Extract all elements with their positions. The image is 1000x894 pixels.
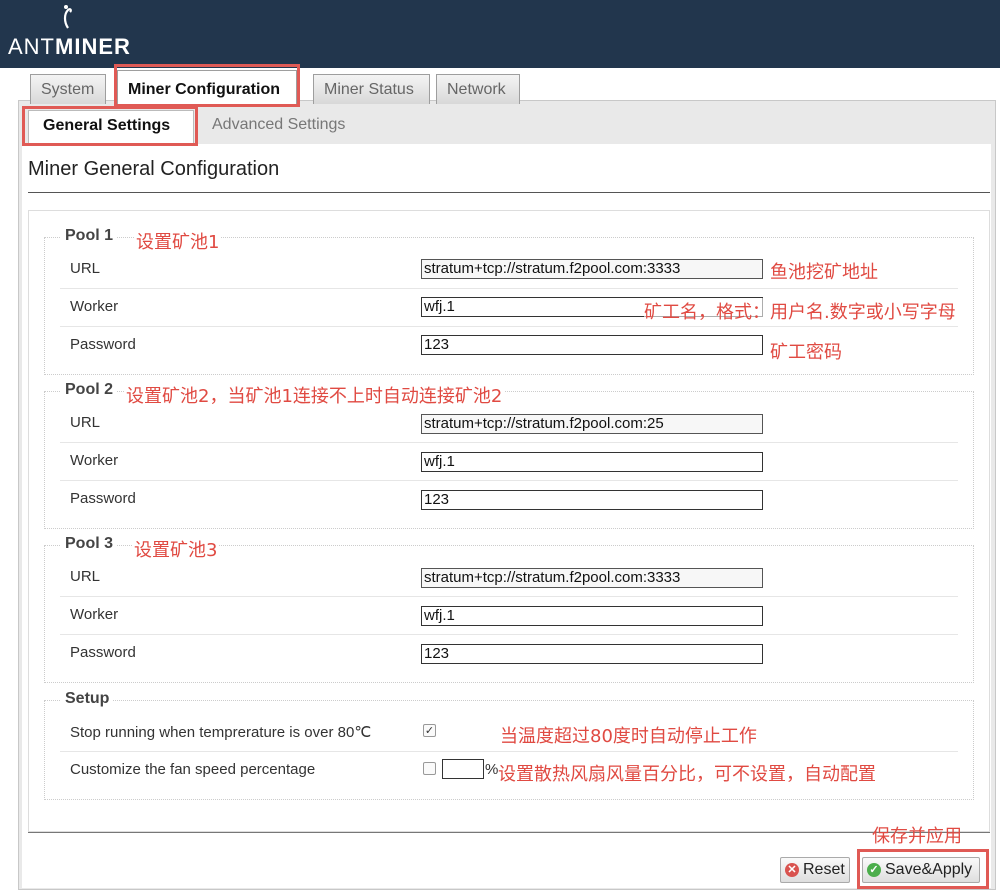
row-divider <box>60 288 958 289</box>
top-header: ANTMINER <box>0 0 1000 68</box>
temp-stop-checkbox[interactable]: ✓ <box>423 724 436 737</box>
pool-3-legend: Pool 3 <box>61 535 118 553</box>
row-divider <box>60 596 958 597</box>
save-apply-button[interactable]: ✓ Save&Apply <box>862 857 980 883</box>
reset-button[interactable]: ✕ Reset <box>780 857 850 883</box>
fan-speed-checkbox[interactable] <box>423 762 436 775</box>
temp-stop-label: Stop running when temprerature is over 8… <box>70 724 372 741</box>
bottom-divider <box>28 832 990 833</box>
row-divider <box>60 751 958 752</box>
pool-2-worker-label: Worker <box>70 452 119 469</box>
row-divider <box>60 480 958 481</box>
tab-miner-status[interactable]: Miner Status <box>313 74 430 104</box>
annotation-pool3: 设置矿池3 <box>132 536 220 562</box>
check-icon: ✓ <box>867 863 881 877</box>
save-apply-label: Save&Apply <box>885 861 973 878</box>
tab-miner-configuration[interactable]: Miner Configuration <box>117 70 297 104</box>
annotation-password: 矿工密码 <box>770 342 842 363</box>
annotation-save: 保存并应用 <box>872 826 962 847</box>
pool-3-url-input[interactable]: stratum+tcp://stratum.f2pool.com:3333 <box>421 568 763 588</box>
antminer-logo: ANTMINER <box>8 34 131 59</box>
pool-2-password-label: Password <box>70 490 136 507</box>
annotation-pool2: 设置矿池2，当矿池1连接不上时自动连接矿池2 <box>124 382 505 408</box>
pool-1-legend: Pool 1 <box>61 227 118 245</box>
pool-1-url-label: URL <box>70 260 101 277</box>
antminer-logo-icon <box>63 5 72 29</box>
pool-3-url-label: URL <box>70 568 101 585</box>
annotation-pool1: 设置矿池1 <box>134 228 222 254</box>
subtab-general-settings[interactable]: General Settings <box>28 110 194 144</box>
tab-network[interactable]: Network <box>436 74 520 104</box>
annotation-fan: 设置散热风扇风量百分比，可不设置，自动配置 <box>498 764 876 785</box>
row-divider <box>60 326 958 327</box>
pool-2-legend: Pool 2 <box>61 381 118 399</box>
annotation-worker: 矿工名，格式：用户名.数字或小写字母 <box>644 298 956 324</box>
pool-2-url-input[interactable]: stratum+tcp://stratum.f2pool.com:25 <box>421 414 763 434</box>
fan-speed-input[interactable] <box>442 759 484 779</box>
row-divider <box>60 634 958 635</box>
reset-button-label: Reset <box>803 861 845 878</box>
subtab-advanced-settings[interactable]: Advanced Settings <box>198 110 368 140</box>
row-divider <box>60 442 958 443</box>
fan-speed-label: Customize the fan speed percentage <box>70 761 316 778</box>
annotation-temp: 当温度超过80度时自动停止工作 <box>500 726 757 747</box>
reset-icon: ✕ <box>785 863 799 877</box>
pool-1-worker-label: Worker <box>70 298 119 315</box>
fan-percent-unit: % <box>485 761 499 778</box>
pool-1-password-label: Password <box>70 336 136 353</box>
pool-3-worker-label: Worker <box>70 606 119 623</box>
pool-3-worker-input[interactable]: wfj.1 <box>421 606 763 626</box>
setup-legend: Setup <box>61 690 114 708</box>
title-divider <box>28 192 990 193</box>
pool-3-password-input[interactable]: 123 <box>421 644 763 664</box>
page-title: Miner General Configuration <box>28 158 280 180</box>
tab-system[interactable]: System <box>30 74 106 104</box>
pool-1-password-input[interactable]: 123 <box>421 335 763 355</box>
annotation-url: 鱼池挖矿地址 <box>770 262 878 283</box>
pool-2-url-label: URL <box>70 414 101 431</box>
pool-2-password-input[interactable]: 123 <box>421 490 763 510</box>
pool-2-worker-input[interactable]: wfj.1 <box>421 452 763 472</box>
pool-3-password-label: Password <box>70 644 136 661</box>
pool-1-url-input[interactable]: stratum+tcp://stratum.f2pool.com:3333 <box>421 259 763 279</box>
